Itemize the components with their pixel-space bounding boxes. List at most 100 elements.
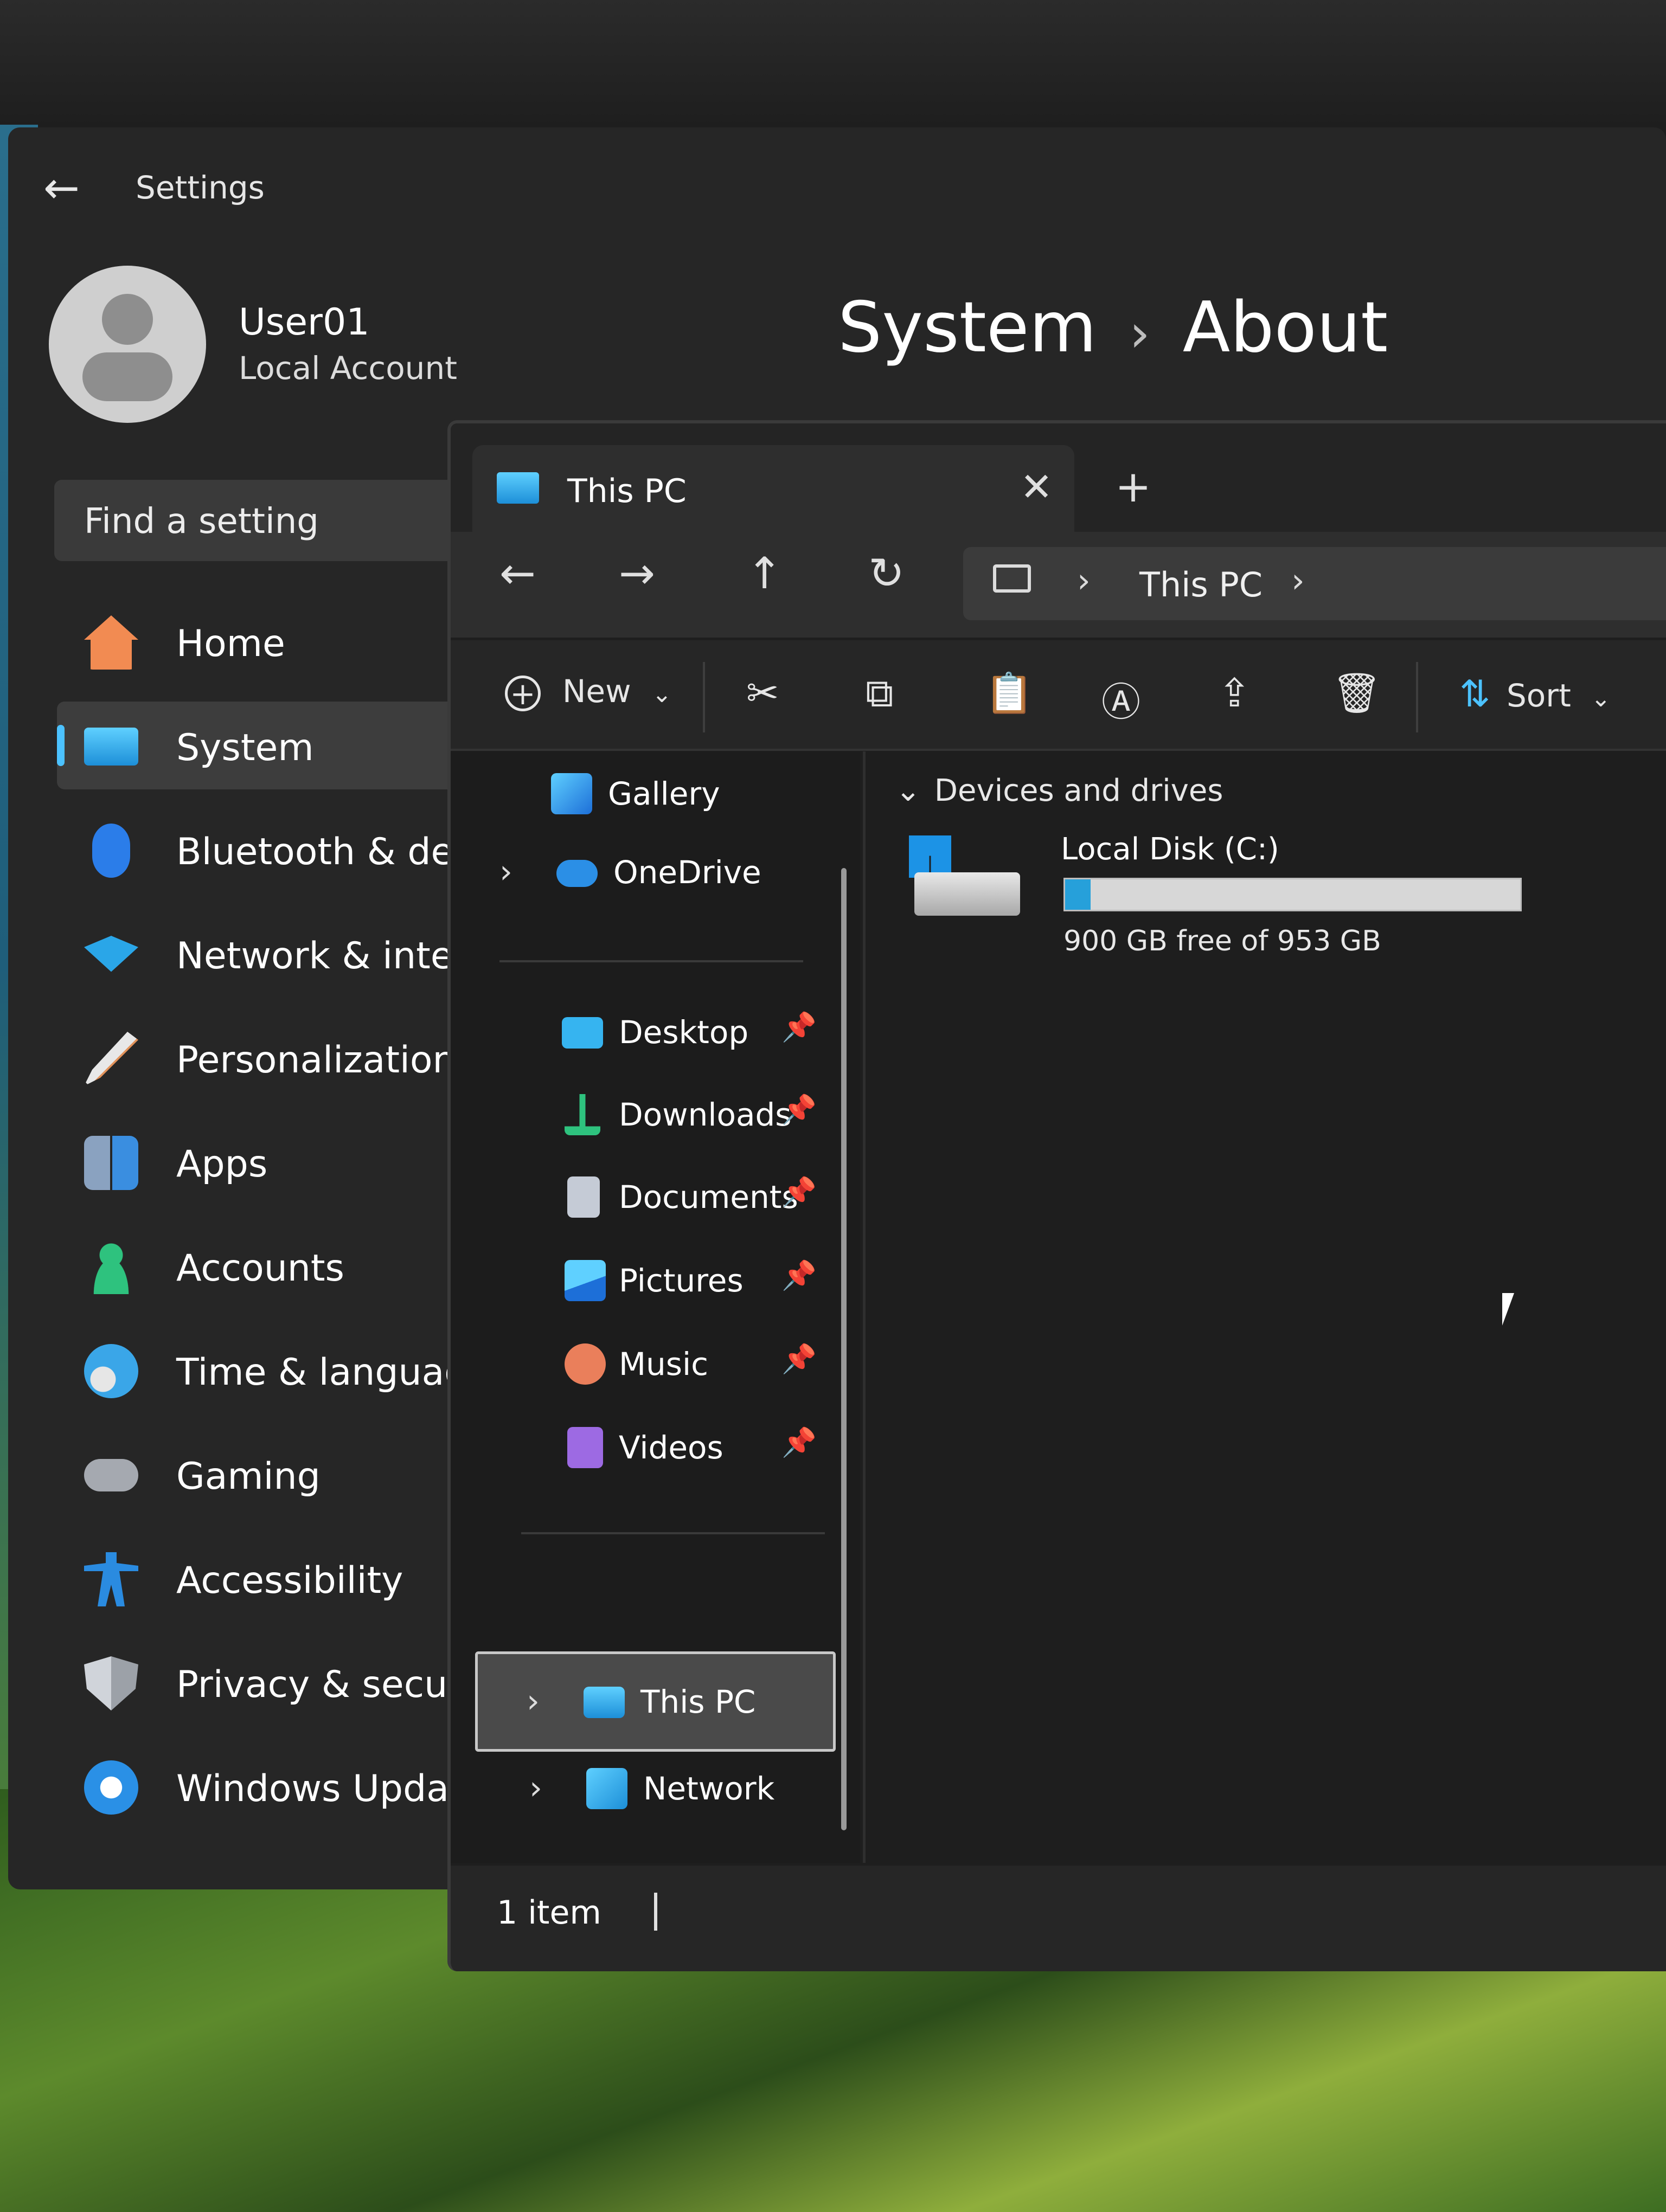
nav-label: Home (176, 622, 285, 665)
sidebar-label: Pictures (619, 1262, 744, 1299)
sidebar-item-videos[interactable]: Videos 📌 (510, 1416, 817, 1481)
sidebar-item-pictures[interactable]: Pictures 📌 (510, 1249, 817, 1314)
pin-icon[interactable]: 📌 (781, 1342, 817, 1375)
drive-name: Local Disk (C:) (1061, 832, 1279, 867)
command-bar: + New ⌄ ✂ ⧉ 📋 Ⓐ ⇪ 🗑 ⇅ Sort ⌄ (451, 640, 1666, 751)
sort-arrows-icon: ⇅ (1459, 673, 1490, 716)
navigation-pane-scrollbar[interactable] (841, 868, 847, 1830)
back-arrow-icon[interactable]: ← (43, 163, 80, 213)
nav-label: System (176, 726, 314, 769)
up-button[interactable]: ↑ (746, 548, 783, 599)
settings-search-input[interactable]: Find a setting (54, 480, 477, 561)
copy-icon[interactable]: ⧉ (866, 670, 893, 717)
delete-icon[interactable]: 🗑 (1332, 670, 1381, 716)
sidebar-label: Videos (619, 1429, 723, 1466)
cut-icon[interactable]: ✂ (746, 670, 779, 716)
avatar-head-icon (102, 294, 153, 345)
group-label: Devices and drives (934, 773, 1223, 808)
computer-icon (584, 1687, 625, 1718)
breadcrumb-section[interactable]: System (838, 287, 1097, 368)
sort-button[interactable]: ⇅ Sort ⌄ (1459, 673, 1611, 716)
chevron-right-icon[interactable]: › (529, 1769, 542, 1807)
hard-drive-icon (909, 835, 1023, 917)
chevron-right-icon[interactable]: › (527, 1682, 540, 1720)
share-icon[interactable]: ⇪ (1218, 670, 1251, 716)
sidebar-item-network[interactable]: › Network (529, 1757, 833, 1822)
chevron-right-icon[interactable]: › (499, 853, 512, 891)
breadcrumb-page: About (1182, 287, 1388, 368)
download-icon (565, 1094, 600, 1135)
sidebar-item-music[interactable]: Music 📌 (510, 1333, 817, 1398)
user-name: User01 (239, 301, 370, 344)
pin-icon[interactable]: 📌 (781, 1175, 817, 1208)
bluetooth-icon (92, 824, 130, 878)
new-tab-button[interactable]: + (1115, 461, 1151, 512)
cloud-icon (556, 860, 598, 887)
pin-icon[interactable]: 📌 (781, 1426, 817, 1459)
sidebar-label: Network (643, 1770, 775, 1807)
rename-icon[interactable]: Ⓐ (1101, 670, 1140, 727)
sidebar-label: Music (619, 1346, 709, 1382)
sidebar-label: This PC (640, 1683, 756, 1720)
search-placeholder: Find a setting (84, 501, 319, 542)
monitor-icon[interactable] (993, 564, 1031, 593)
breadcrumb-separator: › (1129, 303, 1150, 364)
file-list: ⌄ Devices and drives Local Disk (C:) 900 … (863, 751, 1666, 1863)
nav-label: Personalization (176, 1039, 456, 1082)
page-title: System › About (838, 287, 1388, 368)
toolbar-divider (1416, 662, 1418, 732)
document-icon (567, 1176, 600, 1218)
sidebar-item-desktop[interactable]: Desktop 📌 (510, 1001, 817, 1066)
nav-label: Bluetooth & devi (176, 831, 486, 873)
chevron-down-icon: ⌄ (1591, 685, 1611, 712)
file-explorer-window: This PC ✕ + ← → ↑ ↻ › This PC › + New ⌄ ✂… (447, 420, 1666, 1971)
status-separator (654, 1893, 657, 1931)
windows-logo-icon (909, 835, 951, 878)
status-bar: 1 item (451, 1866, 1666, 1971)
close-tab-button[interactable]: ✕ (1020, 464, 1053, 510)
sidebar-label: Documents (619, 1179, 798, 1216)
sidebar-item-documents[interactable]: Documents 📌 (510, 1166, 817, 1231)
shield-icon (84, 1656, 138, 1711)
sidebar-label: Downloads (619, 1096, 792, 1133)
group-header-devices[interactable]: ⌄ Devices and drives (895, 773, 1223, 808)
nav-label: Windows Update (176, 1767, 486, 1810)
brush-icon (84, 1032, 138, 1086)
sidebar-divider (521, 1532, 825, 1534)
breadcrumb-this-pc[interactable]: This PC (1139, 565, 1263, 605)
breadcrumb[interactable]: › This PC › (963, 547, 1666, 620)
breadcrumb-separator[interactable]: › (1291, 561, 1305, 600)
person-icon (84, 1240, 138, 1294)
globe-clock-icon (84, 1344, 138, 1398)
account-type: Local Account (239, 350, 457, 387)
item-count: 1 item (497, 1894, 601, 1932)
sidebar-item-gallery[interactable]: Gallery (499, 762, 825, 827)
refresh-button[interactable]: ↻ (868, 548, 905, 599)
sidebar-item-onedrive[interactable]: › OneDrive (499, 841, 825, 906)
chevron-down-icon: ⌄ (895, 773, 921, 808)
mouse-cursor-icon (1502, 1293, 1514, 1326)
sidebar-item-this-pc[interactable]: › This PC (527, 1670, 830, 1735)
sidebar-item-downloads[interactable]: Downloads 📌 (510, 1083, 817, 1148)
nav-label: Accessibility (176, 1559, 403, 1602)
toolbar-divider (703, 662, 705, 732)
pin-icon[interactable]: 📌 (781, 1259, 817, 1292)
tab-this-pc[interactable]: This PC ✕ (472, 445, 1074, 535)
tab-title: This PC (567, 472, 687, 510)
nav-label: Gaming (176, 1455, 321, 1498)
pin-icon[interactable]: 📌 (781, 1011, 817, 1044)
apps-icon (84, 1136, 138, 1190)
gallery-icon (551, 773, 592, 814)
music-icon (565, 1343, 606, 1385)
nav-label: Accounts (176, 1247, 344, 1290)
accessibility-icon (84, 1552, 138, 1606)
avatar[interactable] (49, 266, 206, 423)
paste-icon[interactable]: 📋 (985, 670, 1034, 716)
pin-icon[interactable]: 📌 (781, 1093, 817, 1126)
new-button[interactable]: + New ⌄ (505, 673, 672, 711)
drive-usage-fill (1065, 879, 1091, 910)
network-icon (586, 1768, 627, 1809)
back-button[interactable]: ← (499, 548, 536, 599)
breadcrumb-separator[interactable]: › (1077, 561, 1091, 600)
forward-button[interactable]: → (619, 548, 655, 599)
